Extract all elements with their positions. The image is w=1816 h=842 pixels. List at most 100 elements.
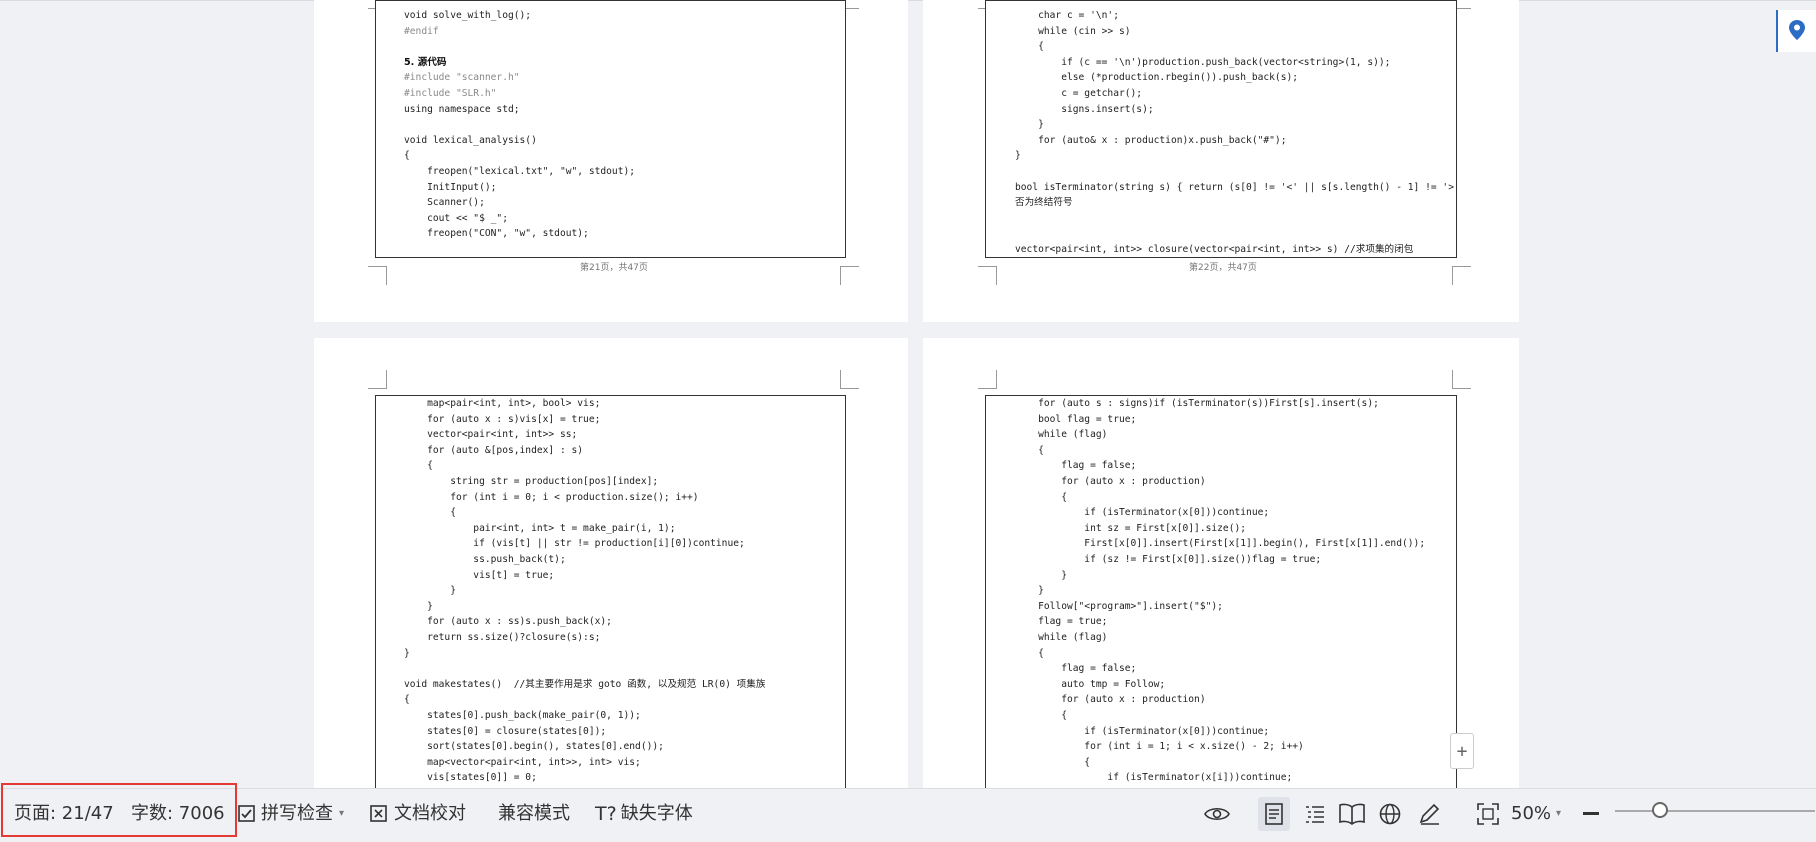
page-21[interactable]: void solve_with_log();#endif5. 源代码#inclu… bbox=[314, 0, 908, 322]
page-24[interactable]: for (auto s : signs)if (isTerminator(s))… bbox=[923, 338, 1519, 788]
eye-protection-icon[interactable] bbox=[1204, 799, 1230, 829]
code-block[interactable]: for (auto s : signs)if (isTerminator(s))… bbox=[985, 395, 1457, 788]
doc-proofread-button[interactable]: 文档校对 bbox=[369, 799, 466, 829]
code-line: for (int i = 0; i < production.size(); i… bbox=[404, 490, 699, 506]
code-line: bool isTerminator(string s) { return (s[… bbox=[1015, 180, 1457, 196]
code-line: freopen("lexical.txt", "w", stdout); bbox=[404, 164, 635, 180]
code-line: if (isTerminator(x[0]))continue; bbox=[1015, 505, 1269, 521]
code-block[interactable]: void solve_with_log();#endif5. 源代码#inclu… bbox=[375, 0, 846, 258]
code-line: states[0].push_back(make_pair(0, 1)); bbox=[404, 708, 641, 724]
pen-icon[interactable] bbox=[1418, 799, 1442, 829]
page-22[interactable]: char c = '\n'; while (cin >> s) { if (c … bbox=[923, 0, 1519, 322]
proofread-icon bbox=[369, 804, 389, 824]
checkbox-check-icon bbox=[237, 804, 257, 824]
code-line: if (isTerminator(x[i]))continue; bbox=[1015, 770, 1292, 786]
code-line: } bbox=[1015, 583, 1044, 599]
zoom-level-select[interactable]: 50% ▾ bbox=[1511, 799, 1561, 829]
add-button[interactable]: + bbox=[1450, 733, 1474, 769]
spell-check-button[interactable]: 拼写检查 ▾ bbox=[237, 799, 344, 829]
code-line: } bbox=[404, 583, 456, 599]
page-23[interactable]: map<pair<int, int>, bool> vis; for (auto… bbox=[314, 338, 908, 788]
code-line: { bbox=[404, 505, 456, 521]
code-line: map<pair<int, int>, bool> vis; bbox=[404, 396, 600, 412]
code-line: return ss.size()?closure(s):s; bbox=[404, 630, 600, 646]
code-line: { bbox=[404, 692, 410, 708]
code-line: } bbox=[404, 646, 410, 662]
location-pin-icon bbox=[1789, 20, 1805, 40]
code-line: cout << "$ _"; bbox=[404, 211, 508, 227]
zoom-slider-thumb[interactable] bbox=[1652, 802, 1668, 818]
crop-mark bbox=[1452, 266, 1471, 285]
code-line: } bbox=[404, 599, 433, 615]
code-line: { bbox=[1015, 39, 1044, 55]
page-footer: 第22页，共47页 bbox=[1189, 260, 1257, 273]
page-view-icon[interactable] bbox=[1258, 797, 1290, 831]
code-line: #include "SLR.h" bbox=[404, 86, 496, 102]
crop-mark bbox=[368, 370, 387, 389]
location-panel-tab[interactable] bbox=[1776, 10, 1816, 52]
zoom-slider-track[interactable] bbox=[1615, 810, 1815, 812]
code-line: { bbox=[404, 148, 410, 164]
code-line: else (*production.rbegin()).push_back(s)… bbox=[1015, 70, 1298, 86]
code-line: map<vector<pair<int, int>>, int> vis; bbox=[404, 755, 641, 771]
code-line: ss.push_back(t); bbox=[404, 552, 566, 568]
dropdown-arrow-icon: ▾ bbox=[1556, 799, 1561, 829]
code-line: pair<int, int> t = make_pair(i, 1); bbox=[404, 521, 675, 537]
code-line: { bbox=[1015, 490, 1067, 506]
code-line: signs.insert(s); bbox=[1015, 102, 1154, 118]
zoom-out-icon[interactable] bbox=[1583, 799, 1599, 829]
outline-view-icon[interactable] bbox=[1304, 799, 1326, 829]
web-layout-icon[interactable] bbox=[1379, 799, 1401, 829]
spell-check-label: 拼写检查 bbox=[261, 799, 333, 829]
code-line: while (flag) bbox=[1015, 427, 1107, 443]
missing-fonts-button[interactable]: T? 缺失字体 bbox=[595, 799, 693, 829]
code-line: c = getchar(); bbox=[1015, 86, 1142, 102]
code-line: void lexical_analysis() bbox=[404, 133, 537, 149]
crop-mark bbox=[368, 266, 387, 285]
code-line: InitInput(); bbox=[404, 180, 496, 196]
code-line: if (vis[t] || str != production[i][0])co… bbox=[404, 536, 745, 552]
code-line: states[0] = closure(states[0]); bbox=[404, 724, 606, 740]
font-question-icon: T? bbox=[595, 799, 617, 829]
doc-proofread-label: 文档校对 bbox=[394, 799, 466, 829]
page-footer: 第21页，共47页 bbox=[580, 260, 648, 273]
code-line: while (flag) bbox=[1015, 630, 1107, 646]
code-line: vis[t] = true; bbox=[404, 568, 554, 584]
code-line: void makestates() //其主要作用是求 goto 函数, 以及规… bbox=[404, 677, 765, 693]
crop-mark bbox=[978, 266, 997, 285]
code-block[interactable]: map<pair<int, int>, bool> vis; for (auto… bbox=[375, 395, 846, 788]
code-line: if (sz != First[x[0]].size())flag = true… bbox=[1015, 552, 1321, 568]
compat-mode-label[interactable]: 兼容模式 bbox=[498, 799, 570, 829]
code-line: for (auto& x : production)x.push_back("#… bbox=[1015, 133, 1286, 149]
code-line: for (int i = 1; i < x.size() - 2; i++) bbox=[1015, 739, 1304, 755]
fit-page-icon[interactable] bbox=[1477, 799, 1499, 829]
code-line: 否为终结符号 bbox=[1015, 195, 1073, 211]
reading-mode-icon[interactable] bbox=[1339, 799, 1365, 829]
code-line: 5. 源代码 bbox=[404, 55, 446, 71]
code-line: for (auto x : s)vis[x] = true; bbox=[404, 412, 600, 428]
code-line: Follow["<program>"].insert("$"); bbox=[1015, 599, 1223, 615]
code-line: for (auto &[pos,index] : s) bbox=[404, 443, 583, 459]
code-line: { bbox=[1015, 708, 1067, 724]
code-line: { bbox=[1015, 443, 1044, 459]
missing-fonts-label: 缺失字体 bbox=[621, 799, 693, 829]
status-bar: 页面: 21/47 字数: 7006 拼写检查 ▾ 文档校对 兼容模式 T? 缺… bbox=[0, 788, 1816, 842]
code-line: using namespace std; bbox=[404, 102, 520, 118]
code-line: sort(states[0].begin(), states[0].end())… bbox=[404, 739, 664, 755]
code-line: char c = '\n'; bbox=[1015, 8, 1119, 24]
code-line: { bbox=[1015, 646, 1044, 662]
code-line: { bbox=[1015, 755, 1090, 771]
code-line: flag = true; bbox=[1015, 614, 1107, 630]
code-line: if (isTerminator(x[0]))continue; bbox=[1015, 724, 1269, 740]
crop-mark bbox=[978, 370, 997, 389]
code-line: vector<pair<int, int>> ss; bbox=[404, 427, 577, 443]
code-line: bool flag = true; bbox=[1015, 412, 1136, 428]
code-line: vis[states[0]] = 0; bbox=[404, 770, 537, 786]
zoom-level-value: 50% bbox=[1511, 799, 1551, 829]
code-line: auto tmp = Follow; bbox=[1015, 677, 1165, 693]
code-line: First[x[0]].insert(First[x[1]].begin(), … bbox=[1015, 536, 1425, 552]
code-line: for (auto x : production) bbox=[1015, 692, 1206, 708]
code-block[interactable]: char c = '\n'; while (cin >> s) { if (c … bbox=[985, 0, 1457, 258]
code-line: vector<pair<int, int>> closure(vector<pa… bbox=[1015, 242, 1413, 258]
top-edge bbox=[0, 0, 1816, 1]
